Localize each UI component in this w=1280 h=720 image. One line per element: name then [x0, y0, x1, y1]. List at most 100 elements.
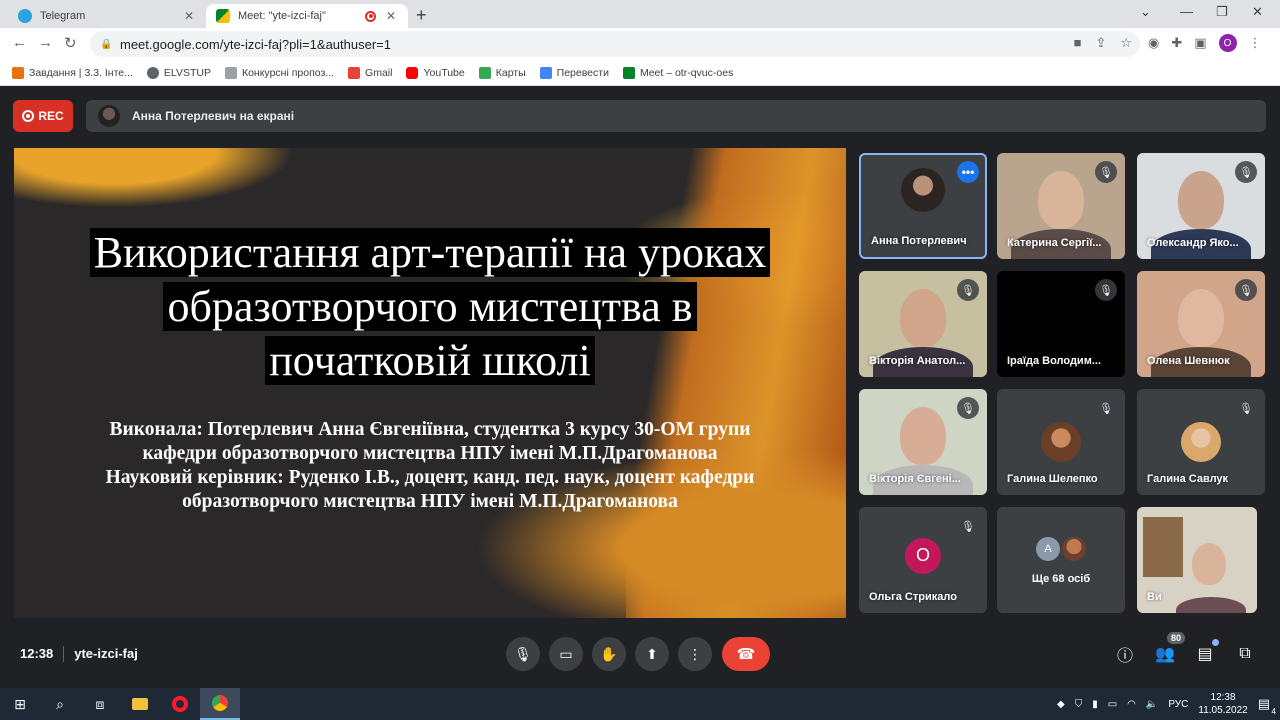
- chrome-button[interactable]: [200, 688, 240, 720]
- tab-meet[interactable]: Meet: "yte-izci-faj" ✕: [206, 4, 408, 28]
- close-tab-icon[interactable]: ✕: [384, 9, 398, 23]
- slide-subtitle: Виконала: Потерлевич Анна Євгеніївна, ст…: [14, 418, 846, 514]
- meet-icon: [216, 9, 230, 23]
- opera-button[interactable]: [160, 688, 200, 720]
- camera-in-use-icon[interactable]: ■: [1074, 35, 1082, 51]
- slide-subtitle-line: Виконала: Потерлевич Анна Євгеніївна, ст…: [109, 419, 751, 440]
- meet-icon: [622, 66, 635, 79]
- participant-avatar: A: [1036, 537, 1060, 561]
- search-button[interactable]: ⌕: [40, 688, 80, 720]
- clock-date: 11.05.2022: [1198, 705, 1248, 716]
- participant-avatar: [1181, 422, 1221, 462]
- paint-splash: [14, 148, 294, 208]
- bookmark-item[interactable]: Конкурсні пропоз...: [224, 66, 334, 79]
- menu-icon[interactable]: ⋮: [1249, 35, 1262, 51]
- bookmark-item[interactable]: ELVSTUP: [146, 66, 211, 79]
- bookmark-label: Карты: [495, 66, 526, 79]
- side-panel-icon[interactable]: ▣: [1194, 35, 1206, 51]
- participant-tile[interactable]: 🎙 Олена Шевнюк: [1137, 271, 1265, 377]
- lock-icon[interactable]: 🔒: [100, 39, 112, 50]
- bookmark-item[interactable]: Завдання | 3.3. Інте...: [12, 66, 133, 79]
- notifications-count: 4: [1271, 707, 1276, 716]
- opera-icon: [172, 696, 188, 712]
- mic-off-icon: 🎙: [957, 515, 979, 537]
- activities-button[interactable]: ⧉: [1233, 642, 1257, 666]
- chat-button[interactable]: ▤: [1193, 639, 1219, 666]
- start-button[interactable]: ⊞: [0, 688, 40, 720]
- language-indicator[interactable]: РУС: [1168, 699, 1188, 710]
- battery-icon[interactable]: ▭: [1108, 699, 1117, 710]
- participant-tile[interactable]: 🎙 Іраїда Володим...: [997, 271, 1125, 377]
- telegram-icon: [18, 9, 32, 23]
- participant-tile[interactable]: ••• Анна Потерлевич: [859, 153, 987, 259]
- camera-icon: ▭: [559, 645, 573, 662]
- notifications-icon[interactable]: ▤ 4: [1258, 696, 1276, 716]
- camera-button[interactable]: ▭: [549, 637, 583, 671]
- new-tab-button[interactable]: +: [416, 5, 427, 26]
- share-icon[interactable]: ⇪: [1095, 35, 1106, 51]
- tab-search-icon[interactable]: ⌄: [1140, 4, 1151, 20]
- participant-tile[interactable]: 🎙 Олександр Яко...: [1137, 153, 1265, 259]
- participant-avatar: О: [905, 537, 941, 574]
- participant-video: [1038, 171, 1084, 229]
- forward-icon[interactable]: →: [38, 34, 53, 51]
- bookmark-star-icon[interactable]: ☆: [1120, 35, 1132, 51]
- microphone-button[interactable]: 🎙: [506, 637, 540, 671]
- recording-button[interactable]: REC: [13, 100, 73, 132]
- maximize-button[interactable]: ❐: [1216, 4, 1228, 20]
- participant-tile[interactable]: 🎙 Галина Шелепко: [997, 389, 1125, 495]
- people-button[interactable]: 👥 80: [1153, 632, 1185, 666]
- close-tab-icon[interactable]: ✕: [182, 9, 196, 23]
- extensions-puzzle-icon[interactable]: ✚: [1171, 35, 1182, 51]
- bookmark-label: Перевести: [556, 66, 609, 79]
- volume-icon[interactable]: 🔈: [1146, 699, 1158, 710]
- back-icon[interactable]: ←: [12, 34, 27, 51]
- participant-name: Вікторія Анатол...: [869, 355, 966, 367]
- bookmark-item[interactable]: Карты: [478, 66, 526, 79]
- more-participants-tile[interactable]: A Ще 68 осіб: [997, 507, 1125, 613]
- file-explorer-button[interactable]: [120, 688, 160, 720]
- shield-icon[interactable]: ⛉: [1075, 699, 1083, 710]
- reload-icon[interactable]: ↻: [64, 34, 77, 52]
- browser-tab-strip: Telegram ✕ Meet: "yte-izci-faj" ✕ + ⌄ — …: [0, 0, 1280, 28]
- more-options-icon[interactable]: •••: [957, 161, 979, 183]
- tab-title: Telegram: [40, 10, 86, 22]
- participant-tile[interactable]: 🎙 Катерина Сергії...: [997, 153, 1125, 259]
- leave-call-button[interactable]: ☎: [722, 637, 770, 671]
- meeting-details-button[interactable]: ⓘ: [1113, 642, 1137, 666]
- present-now-button[interactable]: ⬆: [635, 637, 669, 671]
- folder-icon: [132, 698, 148, 710]
- participant-tile[interactable]: 🎙 Галина Савлук: [1137, 389, 1265, 495]
- bookmark-item[interactable]: YouTube: [406, 66, 465, 79]
- self-view-tile[interactable]: Ви: [1137, 507, 1257, 613]
- participant-video: [1178, 171, 1224, 229]
- bookmark-item[interactable]: Перевести: [539, 66, 609, 79]
- bookmark-item[interactable]: Gmail: [348, 66, 392, 79]
- extension-icon[interactable]: ◉: [1148, 35, 1159, 51]
- participant-tile[interactable]: О 🎙 Ольга Стрикало: [859, 507, 987, 613]
- close-window-button[interactable]: ✕: [1252, 4, 1263, 20]
- chat-icon: ▤: [1197, 646, 1213, 663]
- slide-title-line: Використання арт-терапії на уроках: [89, 228, 771, 277]
- presenting-label: Анна Потерлевич на екрані: [132, 109, 295, 123]
- clock[interactable]: 12:38 11.05.2022: [1198, 691, 1247, 717]
- minimize-button[interactable]: —: [1180, 4, 1193, 19]
- mic-off-icon: 🎙: [1235, 279, 1257, 301]
- participant-avatar: [901, 167, 945, 212]
- mic-off-icon: 🎙: [957, 397, 979, 419]
- participant-tile[interactable]: 🎙 Вікторія Анатол...: [859, 271, 987, 377]
- more-options-button[interactable]: ⋮: [678, 637, 712, 671]
- tab-telegram[interactable]: Telegram ✕: [8, 4, 206, 28]
- chrome-icon: [212, 695, 228, 711]
- participant-tile[interactable]: 🎙 Вікторія Євгені...: [859, 389, 987, 495]
- task-view-button[interactable]: ⧈: [80, 688, 120, 720]
- bookmark-item[interactable]: Meet – otr-qvuc-oes: [622, 66, 733, 79]
- participant-name: Іраїда Володим...: [1007, 355, 1101, 367]
- antivirus-icon[interactable]: ◆: [1057, 699, 1065, 710]
- wifi-icon[interactable]: ◠: [1127, 699, 1136, 710]
- address-bar[interactable]: 🔒 meet.google.com/yte-izci-faj?pli=1&aut…: [90, 31, 1140, 57]
- participant-avatar: [1062, 537, 1086, 561]
- profile-avatar[interactable]: O: [1218, 34, 1237, 52]
- usb-icon[interactable]: ▮: [1092, 699, 1098, 710]
- raise-hand-button[interactable]: ✋: [592, 637, 626, 671]
